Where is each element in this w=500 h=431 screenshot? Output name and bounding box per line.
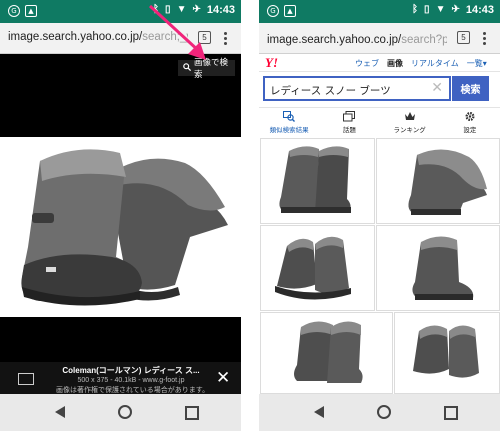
tab-web[interactable]: ウェブ	[355, 58, 379, 69]
status-bar: G ▲ ᛒ ▯ ▼ ✈ 14:43	[259, 0, 500, 23]
boot-photo-large[interactable]	[0, 137, 241, 317]
tab-list[interactable]: 一覧▾	[467, 58, 487, 69]
search-button[interactable]: 検索	[452, 76, 489, 101]
bluetooth-icon: ᛒ	[153, 4, 160, 15]
image-size: 500 x 375 - 40.1kB - www.g-foot.jp	[77, 377, 185, 384]
android-nav-bar	[0, 394, 241, 431]
result-image[interactable]	[376, 225, 500, 311]
ranking-button[interactable]: ランキング	[380, 108, 440, 138]
ranking-label: ランキング	[393, 126, 426, 134]
url-text[interactable]: image.search.yahoo.co.jp/search;_yl	[8, 31, 188, 43]
image-info-bar: Coleman(コールマン) レディース ス... 500 x 375 - 40…	[0, 362, 241, 394]
similar-results-button[interactable]: 類似検索結果	[259, 108, 319, 138]
image-notification-icon: ▲	[25, 5, 37, 17]
search-input[interactable]: レディース スノー ブーツ ✕	[263, 76, 451, 101]
recent-apps-icon[interactable]	[444, 406, 458, 420]
tab-realtime[interactable]: リアルタイム	[411, 58, 459, 69]
url-host: image.search.yahoo.co.jp/	[8, 31, 143, 43]
similar-search-icon	[283, 111, 296, 122]
bluetooth-icon: ᛒ	[412, 4, 419, 15]
search-query: レディース スノー ブーツ	[270, 85, 391, 97]
overflow-menu-icon[interactable]	[483, 32, 486, 45]
search-by-image-button[interactable]: 画像で検索	[178, 58, 235, 80]
topics-label: 話題	[342, 126, 356, 134]
app-notification-icon: G	[8, 5, 20, 17]
address-bar[interactable]: image.search.yahoo.co.jp/search;_yl 5	[0, 23, 241, 54]
recent-apps-icon[interactable]	[185, 406, 199, 420]
clock: 14:43	[206, 4, 235, 16]
back-icon[interactable]	[314, 406, 324, 418]
vibrate-icon: ▯	[165, 4, 171, 15]
tab-switcher-button[interactable]: 5	[457, 31, 470, 44]
search-icon	[183, 62, 192, 74]
image-title[interactable]: Coleman(コールマン) レディース ス...	[56, 365, 206, 376]
settings-button[interactable]: 設定	[440, 108, 500, 138]
wifi-icon: ▼	[435, 4, 446, 15]
close-icon[interactable]: ✕	[216, 369, 230, 387]
clear-icon[interactable]: ✕	[431, 81, 443, 96]
overflow-menu-icon[interactable]	[224, 32, 227, 45]
tab-images[interactable]: 画像	[387, 58, 403, 69]
vibrate-icon: ▯	[424, 4, 430, 15]
address-bar[interactable]: image.search.yahoo.co.jp/search?p=レデ 5	[259, 23, 500, 54]
wifi-icon: ▼	[176, 4, 187, 15]
status-bar: G ▲ ᛒ ▯ ▼ ✈ 14:43	[0, 0, 241, 23]
result-image[interactable]	[260, 138, 375, 224]
airplane-icon: ✈	[192, 4, 201, 15]
result-image[interactable]	[260, 312, 393, 394]
android-nav-bar	[259, 394, 500, 431]
tab-switcher-button[interactable]: 5	[198, 31, 211, 44]
clock: 14:43	[465, 4, 494, 16]
search-by-image-label: 画像で検索	[194, 58, 229, 80]
back-icon[interactable]	[55, 406, 65, 418]
result-image[interactable]	[394, 312, 500, 394]
crown-icon	[404, 112, 415, 120]
yahoo-logo[interactable]: Y!	[265, 55, 278, 71]
image-thumbnail-icon[interactable]	[18, 373, 34, 385]
yahoo-header: Y! ウェブ 画像 リアルタイム 一覧▾	[259, 54, 500, 72]
topics-icon	[343, 111, 356, 122]
result-toolbar: 類似検索結果 話題 ランキング 設定	[259, 107, 500, 139]
url-host: image.search.yahoo.co.jp/	[267, 34, 402, 46]
result-image[interactable]	[260, 225, 375, 311]
airplane-icon: ✈	[451, 4, 460, 15]
home-icon[interactable]	[377, 405, 391, 419]
similar-results-label: 類似検索結果	[269, 126, 309, 134]
url-path: search?p=レデ	[401, 34, 447, 46]
image-notification-icon: ▲	[284, 5, 296, 17]
url-text[interactable]: image.search.yahoo.co.jp/search?p=レデ	[267, 31, 447, 47]
app-notification-icon: G	[267, 5, 279, 17]
image-results-grid	[259, 138, 500, 394]
result-image[interactable]	[376, 138, 500, 224]
gear-icon	[465, 112, 475, 121]
right-phone-screen: G ▲ ᛒ ▯ ▼ ✈ 14:43 image.search.yahoo.co.…	[259, 0, 500, 431]
topics-button[interactable]: 話題	[319, 108, 379, 138]
left-phone-screen: G ▲ ᛒ ▯ ▼ ✈ 14:43 image.search.yahoo.co.…	[0, 0, 241, 431]
url-path: search;_yl	[142, 31, 188, 43]
home-icon[interactable]	[118, 405, 132, 419]
settings-label: 設定	[463, 126, 477, 134]
